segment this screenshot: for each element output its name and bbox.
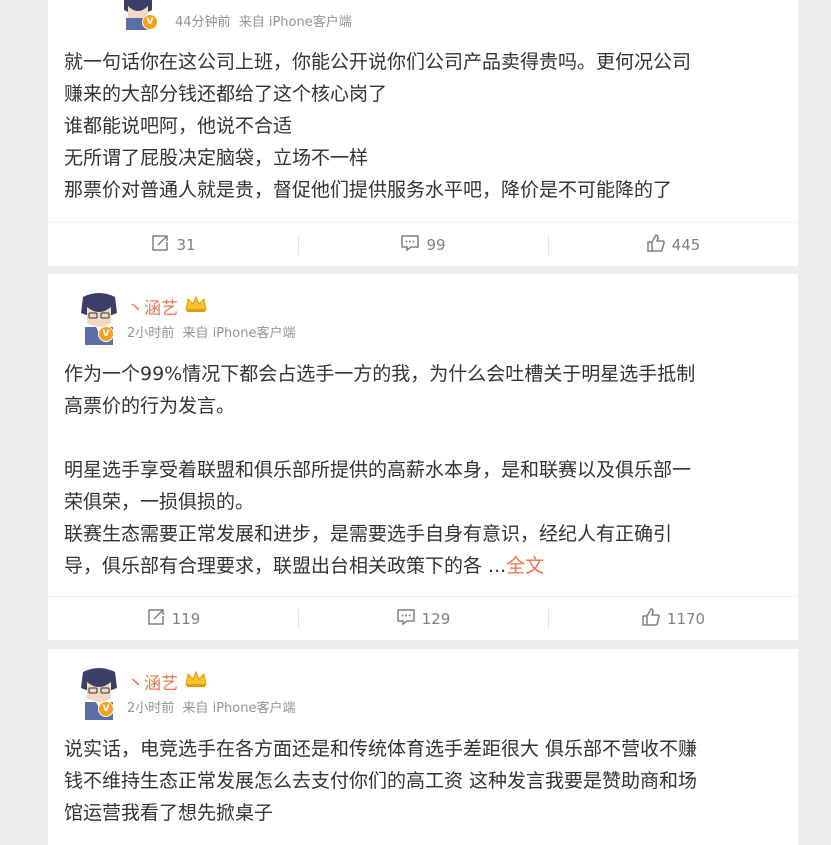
post-body: 就一句话你在这公司上班，你能公开说你们公司产品卖得贵吗。更何况公司 赚来的大部分… [48,46,713,206]
post-text-line: 高票价的行为发言。 [64,395,236,417]
post-text-line: 钱不维持生态正常发展怎么去支付你们的高工资 这种发言我要是赞助商和场 [64,770,698,792]
post-text-line: 赚来的大部分钱还都给了这个核心岗了 [64,83,388,105]
repost-icon [146,607,166,631]
comment-button[interactable]: 129 [298,607,548,631]
repost-button[interactable]: 119 [48,607,298,631]
post-meta: 44分钟前 来自 iPhone客户端 [175,11,352,30]
crown-badge-icon[interactable] [184,669,208,694]
username[interactable]: 丶涵艺 [127,669,208,694]
post-actions: 119 129 1170 [48,596,798,641]
post-source[interactable]: iPhone客户端 [269,15,352,30]
post-body: 说实话，电竞选手在各方面还是和传统体育选手差距很大 俱乐部不营收不赚 钱不维持生… [48,733,719,829]
post-meta: 2小时前 来自 iPhone客户端 [127,322,295,341]
verified-v-icon: V [98,326,114,342]
post-actions: 31 99 445 [48,222,798,267]
post-source[interactable]: iPhone客户端 [213,701,296,716]
repost-count: 31 [176,236,196,254]
comment-icon [400,233,420,257]
verified-v-icon: V [98,701,114,717]
post-source[interactable]: iPhone客户端 [213,326,296,341]
source-prefix: 来自 [182,701,209,716]
post-time[interactable]: 2小时前 [127,701,174,716]
post-text-line: 馆运营我看了想先掀桌子 [64,802,274,824]
post-header: V 丶涵艺 2小时前 来自 iPhone客户端 [48,274,798,352]
post-time[interactable]: 44分钟前 [175,15,231,30]
like-icon [646,233,666,257]
post-text-line: 作为一个99%情况下都会占选手一方的我，为什么会吐槽关于明星选手抵制 [64,363,696,385]
post-meta: 2小时前 来自 iPhone客户端 [127,697,295,716]
post-text-line: 谁都能说吧阿，他说不合适 [64,115,293,137]
post-card: V 丶涵艺 2小时前 来自 iPhone客户端 说实话，电竞选手在各方面还是和传… [48,649,798,845]
repost-count: 119 [171,610,201,628]
post-text-line: 无所谓了屁股决定脑袋，立场不一样 [64,147,369,169]
post-card: V 44分钟前 来自 iPhone客户端 就一句话你在这公司上班，你能公开说你们… [48,0,798,266]
repost-button[interactable]: 31 [48,233,298,257]
full-text-link[interactable]: 全文 [506,555,544,577]
verified-v-icon: V [142,14,158,30]
post-text-line: 那票价对普通人就是贵，督促他们提供服务水平吧，降价是不可能降的了 [64,179,673,201]
like-button[interactable]: 445 [548,233,798,257]
username[interactable]: 丶涵艺 [127,294,208,319]
repost-icon [150,233,170,257]
crown-badge-icon[interactable] [184,294,208,319]
like-icon [641,607,661,631]
post-text-line: 荣俱荣，一损俱损的。 [64,491,255,513]
comment-button[interactable]: 99 [298,233,548,257]
like-count: 1170 [666,610,706,628]
source-prefix: 来自 [182,326,209,341]
username-text: 丶涵艺 [127,674,178,694]
truncated-text: 导，俱乐部有合理要求，联盟出台相关政策下的各 ... [64,555,507,577]
post-text-line: 说实话，电竞选手在各方面还是和传统体育选手差距很大 俱乐部不营收不赚 [64,738,698,760]
post-card: V 丶涵艺 2小时前 来自 iPhone客户端 作为一个99%情况下都会占选手一… [48,274,798,640]
post-text-line: 联赛生态需要正常发展和进步，是需要选手自身有意识，经纪人有正确引 [64,523,673,545]
post-text-line: 明星选手享受着联盟和俱乐部所提供的高薪水本身，是和联赛以及俱乐部一 [64,459,692,481]
username-text: 丶涵艺 [127,299,178,319]
post-body: 作为一个99%情况下都会占选手一方的我，为什么会吐槽关于明星选手抵制 高票价的行… [48,358,717,582]
like-button[interactable]: 1170 [548,607,798,631]
post-time[interactable]: 2小时前 [127,326,174,341]
comment-icon [396,607,416,631]
comment-count: 129 [421,610,451,628]
post-text-line: 导，俱乐部有合理要求，联盟出台相关政策下的各 ...全文 [64,550,695,582]
post-header: V 丶涵艺 2小时前 来自 iPhone客户端 [48,649,798,727]
source-prefix: 来自 [238,15,265,30]
comment-count: 99 [426,236,446,254]
post-text-line: 就一句话你在这公司上班，你能公开说你们公司产品卖得贵吗。更何况公司 [64,51,692,73]
like-count: 445 [671,236,701,254]
